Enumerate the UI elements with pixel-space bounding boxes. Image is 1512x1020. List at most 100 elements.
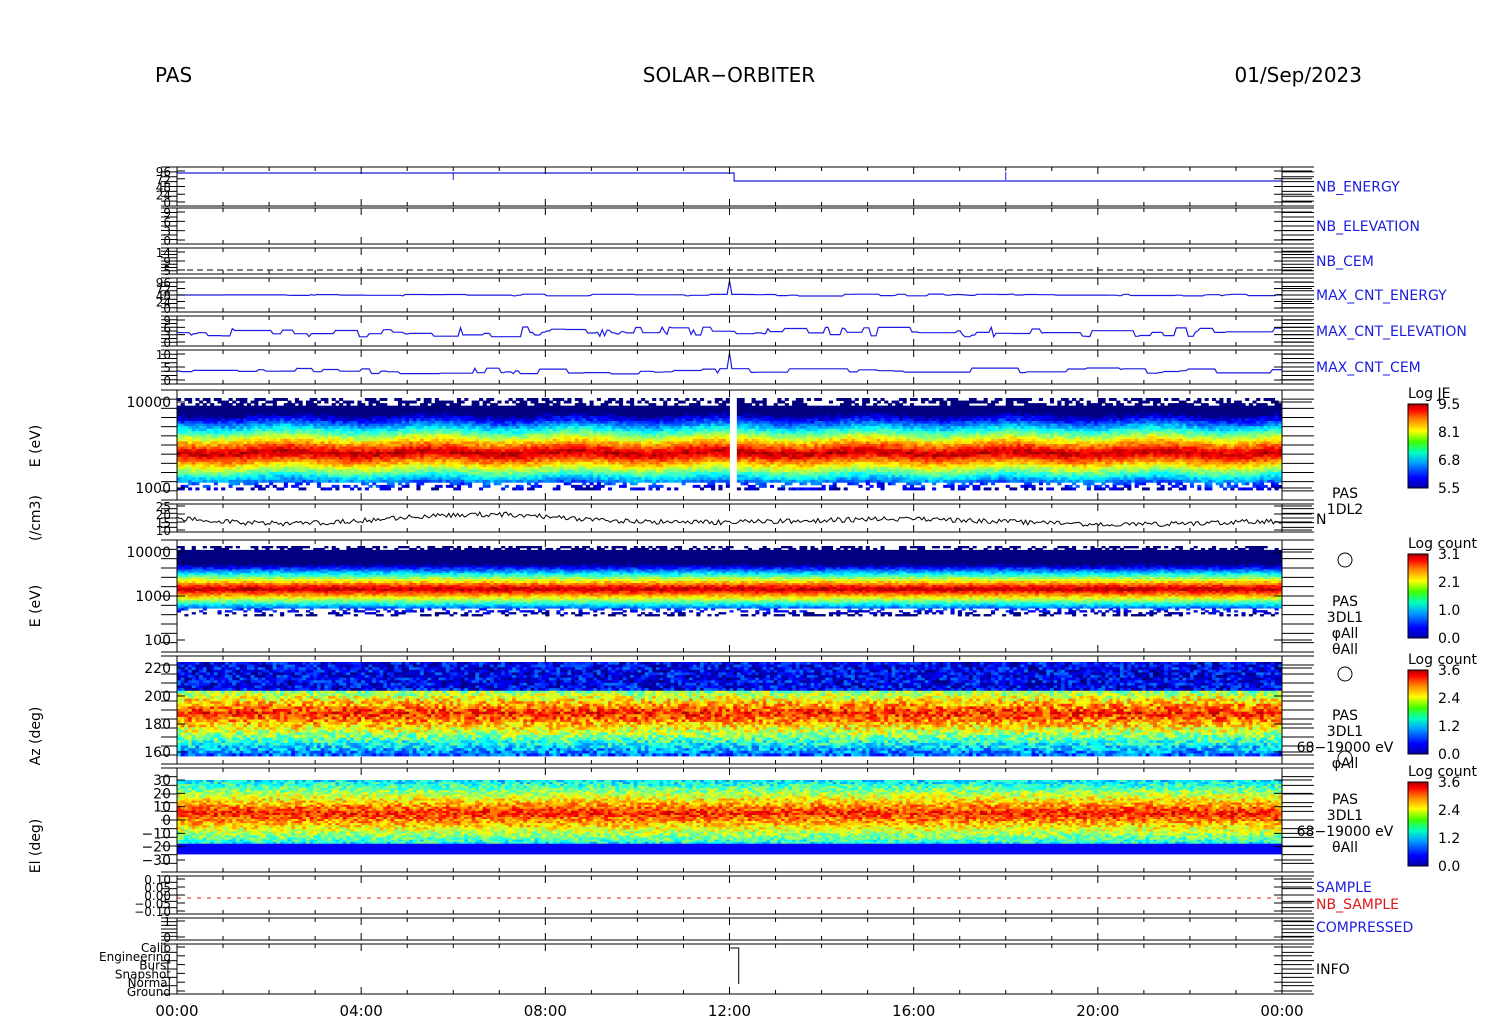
pas-1dl2-spectrogram-cell xyxy=(343,467,347,470)
pas-1dl2-spectrogram-cell xyxy=(346,452,350,455)
pas-1dl2-spectrogram-cell xyxy=(365,424,369,427)
pas-1dl2-spectrogram-cell xyxy=(284,472,288,475)
pas-1dl2-spectrogram-cell xyxy=(313,434,317,437)
pas-1dl2-spectrogram-cell xyxy=(324,431,328,434)
pas-1dl2-spectrogram-cell xyxy=(328,441,332,444)
pas-1dl2-spectrogram-cell xyxy=(232,408,236,411)
pas-1dl2-spectrogram-cell xyxy=(269,401,273,404)
pas-1dl2-spectrogram-cell xyxy=(210,429,214,432)
pas-1dl2-spectrogram-cell xyxy=(339,472,343,475)
pas-1dl2-spectrogram-cell xyxy=(280,431,284,434)
pas-1dl2-spectrogram-cell xyxy=(218,439,222,442)
pas-1dl2-spectrogram-cell xyxy=(243,411,247,414)
pas-1dl2-spectrogram-cell xyxy=(236,434,240,437)
pas-1dl2-spectrogram-cell xyxy=(273,426,277,429)
pas-1dl2-spectrogram-cell xyxy=(357,408,361,411)
pas-1dl2-spectrogram-cell xyxy=(188,439,192,442)
pas-1dl2-spectrogram-cell xyxy=(181,454,185,457)
pas-1dl2-spectrogram-cell xyxy=(321,462,325,465)
pas-1dl2-spectrogram-cell xyxy=(203,424,207,427)
pas-1dl2-spectrogram-cell xyxy=(291,441,295,444)
pas-1dl2-spectrogram-cell xyxy=(236,431,240,434)
pas-1dl2-spectrogram-cell xyxy=(225,449,229,452)
pas-1dl2-spectrogram-cell xyxy=(335,447,339,450)
pas-1dl2-spectrogram-cell xyxy=(269,431,273,434)
pas-1dl2-spectrogram-cell xyxy=(321,457,325,460)
pas-1dl2-spectrogram-cell xyxy=(254,406,258,409)
pas-1dl2-spectrogram-cell xyxy=(192,429,196,432)
pas-1dl2-spectrogram-cell xyxy=(357,449,361,452)
pas-1dl2-spectrogram-cell xyxy=(265,459,269,462)
pas-1dl2-spectrogram-cell xyxy=(181,413,185,416)
pas-1dl2-spectrogram-cell xyxy=(346,426,350,429)
pas-1dl2-spectrogram-cell xyxy=(177,459,181,462)
pas-1dl2-spectrogram-cell xyxy=(328,406,332,409)
pas-1dl2-spectrogram-cell xyxy=(243,416,247,419)
pas-1dl2-spectrogram-cell xyxy=(313,411,317,414)
pas-1dl2-spectrogram-cell xyxy=(280,462,284,465)
pas-1dl2-spectrogram-cell xyxy=(258,467,262,470)
pas-1dl2-spectrogram-cell xyxy=(291,472,295,475)
pas-1dl2-spectrogram-cell xyxy=(357,454,361,457)
pas-1dl2-spectrogram-cell xyxy=(332,429,336,432)
pas-1dl2-spectrogram-cell xyxy=(188,398,192,401)
pas-1dl2-spectrogram-cell xyxy=(335,416,339,419)
pas-1dl2-spectrogram-cell xyxy=(188,418,192,421)
pas-1dl2-spectrogram-cell xyxy=(284,470,288,473)
pas-1dl2-spectrogram-cell xyxy=(218,398,222,401)
pas-1dl2-spectrogram-cell xyxy=(243,462,247,465)
pas-1dl2-spectrogram-cell xyxy=(273,421,277,424)
pas-1dl2-spectrogram-cell xyxy=(203,449,207,452)
pas-1dl2-spectrogram-cell xyxy=(199,434,203,437)
pas-1dl2-spectrogram-cell xyxy=(332,413,336,416)
pas-1dl2-spectrogram-cell xyxy=(346,464,350,467)
pas-1dl2-spectrogram-cell xyxy=(295,429,299,432)
pas-1dl2-spectrogram-cell xyxy=(280,436,284,439)
pas-1dl2-spectrogram-cell xyxy=(184,452,188,455)
pas-1dl2-spectrogram-cell xyxy=(357,401,361,404)
pas-1dl2-spectrogram-cell xyxy=(195,418,199,421)
pas-1dl2-spectrogram-cell xyxy=(251,475,255,478)
pas-1dl2-spectrogram-cell xyxy=(273,454,277,457)
pas-1dl2-spectrogram-cell xyxy=(288,406,292,409)
pas-1dl2-spectrogram-cell xyxy=(218,421,222,424)
pas-1dl2-spectrogram-cell xyxy=(258,449,262,452)
pas-1dl2-spectrogram-cell xyxy=(195,408,199,411)
pas-1dl2-spectrogram-cell xyxy=(218,457,222,460)
pas-1dl2-spectrogram-cell xyxy=(291,424,295,427)
pas-1dl2-spectrogram-cell xyxy=(361,467,365,470)
pas-1dl2-spectrogram-cell xyxy=(295,480,299,483)
pas-1dl2-spectrogram-cell xyxy=(251,429,255,432)
pas-1dl2-spectrogram-cell xyxy=(299,464,303,467)
pas-1dl2-spectrogram-cell xyxy=(357,464,361,467)
pas-1dl2-spectrogram-cell xyxy=(313,472,317,475)
pas-1dl2-spectrogram-cell xyxy=(291,477,295,480)
pas-1dl2-spectrogram-cell xyxy=(243,470,247,473)
pas-1dl2-spectrogram-cell xyxy=(276,480,280,483)
pas-1dl2-spectrogram-cell xyxy=(210,411,214,414)
pas-1dl2-spectrogram-cell xyxy=(177,444,181,447)
pas-1dl2-spectrogram-cell xyxy=(306,472,310,475)
pas-1dl2-spectrogram-cell xyxy=(346,413,350,416)
pas-1dl2-spectrogram-cell xyxy=(251,449,255,452)
pas-1dl2-spectrogram-cell xyxy=(247,457,251,460)
pas-1dl2-spectrogram-cell xyxy=(229,408,233,411)
pas-1dl2-spectrogram-cell xyxy=(225,431,229,434)
pas-1dl2-spectrogram-cell xyxy=(225,418,229,421)
pas-1dl2-spectrogram-cell xyxy=(177,475,181,478)
pas-1dl2-spectrogram-cell xyxy=(225,403,229,406)
pas-1dl2-spectrogram-cell xyxy=(313,426,317,429)
pas-1dl2-spectrogram-cell xyxy=(229,477,233,480)
pas-1dl2-spectrogram-cell xyxy=(317,467,321,470)
pas-1dl2-spectrogram-cell xyxy=(276,441,280,444)
pas-1dl2-spectrogram-cell xyxy=(306,416,310,419)
pas-1dl2-spectrogram-cell xyxy=(313,418,317,421)
pas-1dl2-spectrogram-cell xyxy=(299,416,303,419)
pas-1dl2-spectrogram-cell xyxy=(361,472,365,475)
pas-1dl2-spectrogram-cell xyxy=(240,457,244,460)
pas-1dl2-spectrogram-cell xyxy=(210,436,214,439)
pas-1dl2-spectrogram-cell xyxy=(232,470,236,473)
pas-1dl2-spectrogram-cell xyxy=(346,459,350,462)
pas-1dl2-spectrogram-cell xyxy=(276,431,280,434)
pas-1dl2-spectrogram-cell xyxy=(247,482,251,485)
